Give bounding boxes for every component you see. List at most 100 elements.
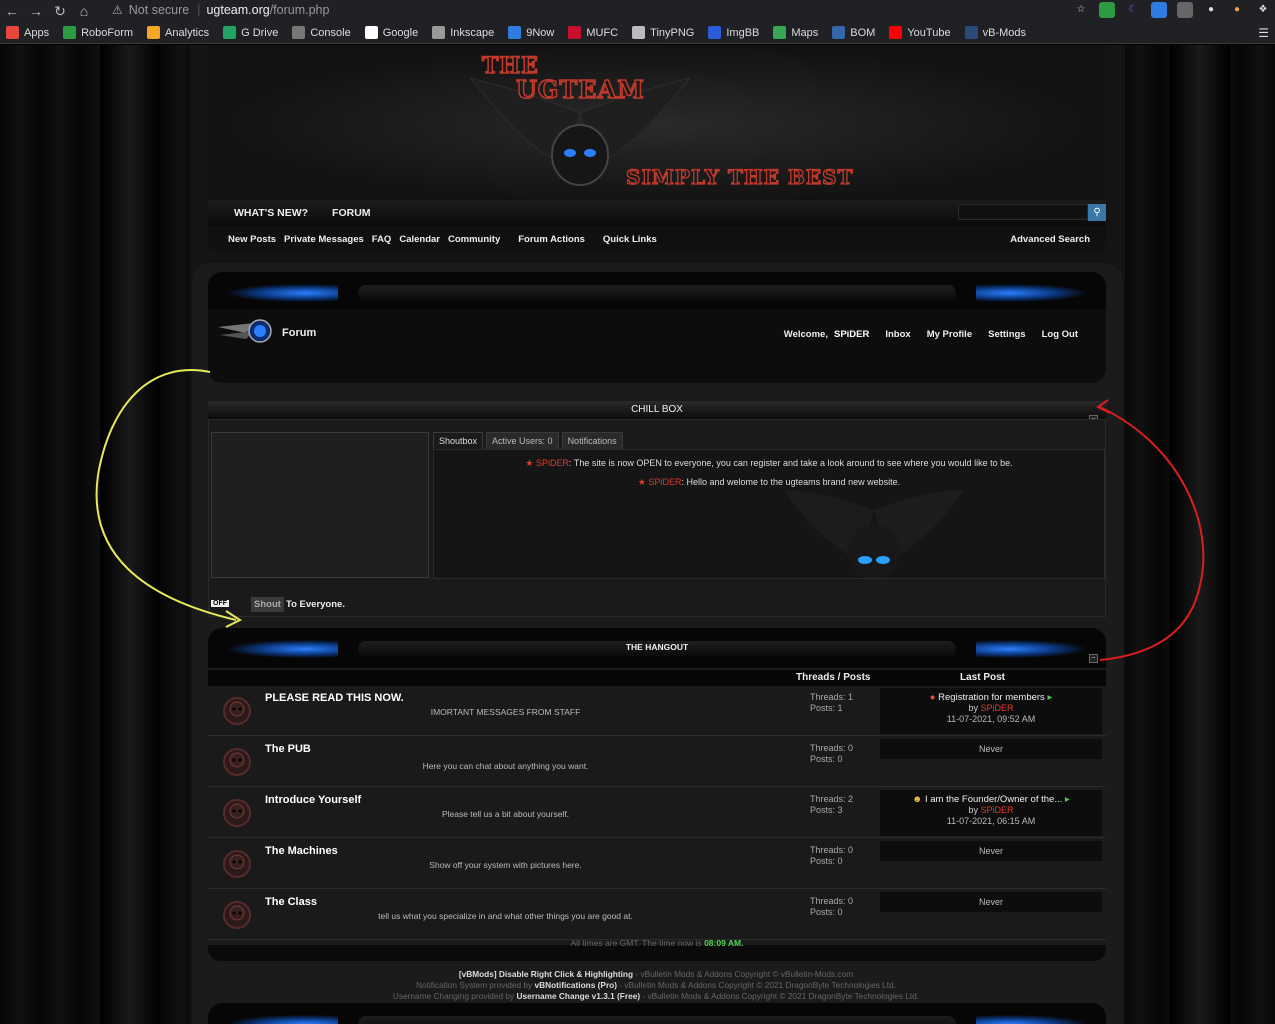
last-post-date: 11-07-2021, 09:52 AM [946,714,1036,724]
bookmark-analytics[interactable]: Analytics [147,26,209,39]
bookmark-roboform[interactable]: RoboForm [63,26,133,39]
bookmark-google[interactable]: Google [364,26,418,39]
reload-icon[interactable]: ↻ [48,1,72,21]
site-header: THE UGTEAM SIMPLY THE BEST [208,45,1106,205]
bookmark-9now[interactable]: 9Now [508,26,554,39]
forum-counts: Threads: 2 Posts: 3 [810,794,853,816]
hangout-banner: THE HANGOUT [208,628,1106,668]
bookmark-label: vB-Mods [982,26,1026,39]
forum-skull-icon [223,850,251,878]
smiley-icon: ☻ [912,794,923,805]
footer-copyright: - vBulletin Mods & Addons Copyright © vB… [633,969,854,979]
bookmark-maps[interactable]: Maps [773,26,818,39]
search-input[interactable] [958,204,1088,220]
subnav-faq[interactable]: FAQ [372,234,392,245]
username-link[interactable]: SPiDER [834,329,869,340]
reading-list[interactable]: ☰ [1258,26,1269,40]
bookmark-apps[interactable]: Apps [6,26,49,39]
forward-icon[interactable]: → [24,1,48,21]
shout-user[interactable]: SPiDER [536,458,569,468]
subnav-private-messages[interactable]: Private Messages [284,234,364,245]
bookmark-icon [832,26,846,39]
footer-line: Notification System provided by vBNotifi… [340,980,972,991]
footer-product-link[interactable]: vBNotifications (Pro) [535,980,618,990]
forum-description: IMORTANT MESSAGES FROM STAFF [430,707,581,717]
bookmark-icon [773,26,787,39]
subnav-calendar[interactable]: Calendar [399,234,440,245]
bookmark-youtube[interactable]: YouTube [889,26,951,39]
bookmark-mufc[interactable]: MUFC [568,26,618,39]
shout-target[interactable]: To Everyone. [286,599,345,610]
thread-count: Threads: 0 [810,743,854,753]
tab-shoutbox[interactable]: Shoutbox [433,432,484,450]
tab-whats-new[interactable]: WHAT'S NEW? [222,207,320,219]
extension-icon[interactable]: ● [1229,2,1245,18]
last-post-never: Never [978,897,1003,907]
bookmark-g-drive[interactable]: G Drive [223,26,278,39]
goto-arrow-icon[interactable]: ▸ [1047,692,1052,703]
off-toggle[interactable]: OFF [211,600,229,607]
shout-user[interactable]: SPiDER [648,477,681,487]
last-post-user[interactable]: SPiDER [981,703,1014,713]
search-icon[interactable]: ⚲ [1088,204,1106,221]
bulb-extension-icon[interactable]: ● [1203,2,1219,18]
subnav-new-posts[interactable]: New Posts [228,234,276,245]
forum-title[interactable]: The Machines [265,845,338,857]
forum-title[interactable]: Introduce Yourself [265,794,361,806]
settings-link[interactable]: Settings [988,329,1025,340]
last-post-title[interactable]: Registration for members [938,692,1045,703]
subnav-quick-links[interactable]: Quick Links [603,234,657,245]
chillbox-header: CHILL BOX [208,401,1106,419]
forum-logo-icon [218,319,272,343]
inbox-link[interactable]: Inbox [885,329,910,340]
browser-toolbar: ← → ↻ ⌂ ⚠ Not secure | ugteam.org/forum.… [0,0,1275,22]
last-post-user[interactable]: SPiDER [981,805,1014,815]
advanced-search-link[interactable]: Advanced Search [1010,234,1090,245]
forum-title[interactable]: PLEASE READ THIS NOW. [265,692,404,704]
moon-extension-icon[interactable]: ☾ [1125,2,1141,18]
shout-item: ★ SPiDER: Hello and welome to the ugteam… [637,477,901,487]
back-icon[interactable]: ← [0,1,24,21]
bookmark-imgbb[interactable]: ImgBB [708,26,759,39]
extension-icon[interactable] [1151,2,1167,18]
footer-prefix: Notification System provided by [415,980,535,990]
footer-product-link[interactable]: [vBMods] Disable Right Click & Highlight… [459,969,633,979]
tab-notifications[interactable]: Notifications [561,432,623,450]
collapse-icon[interactable]: − [1089,654,1098,663]
tab-forum[interactable]: FORUM [320,207,383,219]
bookmark-icon [63,26,77,39]
subnav-community[interactable]: Community [448,234,500,245]
bookmark-icon [292,26,306,39]
puzzle-icon[interactable]: ❖ [1255,2,1271,18]
roboform-extension-icon[interactable] [1099,2,1115,18]
bookmark-console[interactable]: Console [292,26,351,39]
home-icon[interactable]: ⌂ [72,1,96,21]
extension-icon[interactable] [1177,2,1193,18]
site-wrapper: THE UGTEAM SIMPLY THE BEST WHAT'S NEW? F… [190,45,1125,1024]
forum-title[interactable]: The PUB [265,743,311,755]
bookmark-bom[interactable]: BOM [832,26,875,39]
tab-active-users[interactable]: Active Users: 0 [486,432,559,450]
forum-title[interactable]: Forum [282,327,316,339]
forum-row: The PUB Here you can chat about anything… [208,737,1106,787]
forum-title[interactable]: The Class [265,896,317,908]
address-bar[interactable]: ⚠ Not secure | ugteam.org/forum.php [112,0,1092,20]
bookmark-vb-mods[interactable]: vB-Mods [964,26,1026,39]
bookmark-inkscape[interactable]: Inkscape [432,26,494,39]
forum-description: Here you can chat about anything you wan… [422,761,589,771]
page: THE UGTEAM SIMPLY THE BEST WHAT'S NEW? F… [0,45,1275,1024]
footer-product-link[interactable]: Username Change v1.3.1 (Free) [517,991,641,1001]
shout-button[interactable]: Shout [251,597,284,612]
last-post-title[interactable]: I am the Founder/Owner of the... [925,794,1062,805]
logout-link[interactable]: Log Out [1042,329,1078,340]
bookmark-label: MUFC [586,26,619,39]
goto-arrow-icon[interactable]: ▸ [1065,794,1070,805]
forum-description: tell us what you specialize in and what … [378,911,633,921]
shout-textarea[interactable] [211,432,429,578]
star-icon[interactable]: ☆ [1073,2,1089,18]
subnav-forum-actions[interactable]: Forum Actions [518,234,585,245]
user-badge-icon: ★ [637,477,646,487]
bookmark-tinypng[interactable]: TinyPNG [632,26,694,39]
footer-copyright: - vBulletin Mods & Addons Copyright © 20… [617,980,897,990]
my-profile-link[interactable]: My Profile [927,329,972,340]
